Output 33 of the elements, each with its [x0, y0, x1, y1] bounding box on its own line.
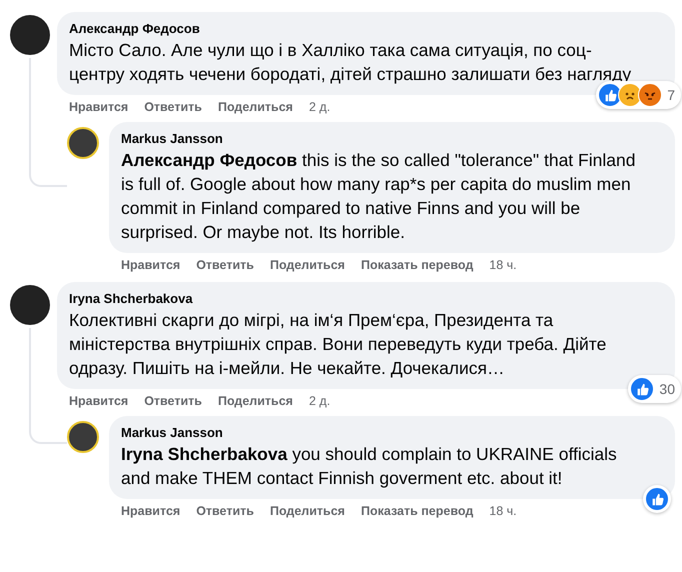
author-name[interactable]: Александр Федосов [69, 20, 639, 38]
comment-text: Iryna Shcherbakova you should complain to UKRAINE officials and make THEM contact Finnish goverment etc. about it! [121, 443, 618, 490]
author-name[interactable]: Iryna Shcherbakova [69, 290, 639, 308]
reaction-summary[interactable]: 30 [628, 375, 681, 403]
comment-action-link[interactable]: Поделиться [218, 100, 293, 114]
comment-action-link[interactable]: Поделиться [218, 394, 293, 408]
comment-action-link[interactable]: Нравится [69, 394, 128, 408]
timestamp[interactable]: 18 ч. [489, 258, 517, 272]
comment-action-link[interactable]: Нравится [121, 504, 180, 518]
comment-text: Александр Федосов this is the so called "tolerance" that Finland is full of. Google about how many rap*s per capita do muslim men commit in Finland compared to native Finns and you will be surprised. Or maybe not. Its horrible. [121, 149, 636, 244]
author-name[interactable]: Markus Jansson [121, 424, 639, 442]
comment-action-link[interactable]: Ответить [196, 504, 254, 518]
avatar-photo-placeholder[interactable] [10, 285, 50, 325]
timestamp[interactable]: 18 ч. [489, 504, 517, 518]
comment-action-link[interactable]: Ответить [144, 100, 202, 114]
comment-action-link[interactable]: Нравится [121, 258, 180, 272]
comment-action-link[interactable]: Нравится [69, 100, 128, 114]
reaction-summary[interactable]: 7 [596, 81, 681, 109]
reaction-count: 7 [667, 87, 675, 103]
timestamp[interactable]: 2 д. [308, 100, 330, 114]
comment-action-link[interactable]: Показать перевод [360, 258, 474, 272]
comment-action-link[interactable]: Ответить [196, 258, 254, 272]
timestamp[interactable]: 2 д. [308, 394, 330, 408]
comment-text: Колективні скарги до мігрі, на ім‘я Прем‘єра, Президента та міністерства внутрішніх справ. Вони переведуть куди треба. Дійте одразу. Пишіть на і-мейли. Не чекайте. Дочекалися… [69, 309, 608, 380]
avatar-photo-placeholder[interactable] [67, 127, 99, 159]
comment-action-link[interactable]: Ответить [144, 394, 202, 408]
reaction-count: 30 [659, 381, 675, 397]
comment-action-link[interactable]: Поделиться [270, 504, 345, 518]
comment-action-link[interactable]: Показать перевод [360, 504, 474, 518]
avatar-photo-placeholder[interactable] [67, 421, 99, 453]
avatar-photo-placeholder[interactable] [10, 15, 50, 55]
comment-action-link[interactable]: Поделиться [270, 258, 345, 272]
author-name[interactable]: Markus Jansson [121, 130, 639, 148]
